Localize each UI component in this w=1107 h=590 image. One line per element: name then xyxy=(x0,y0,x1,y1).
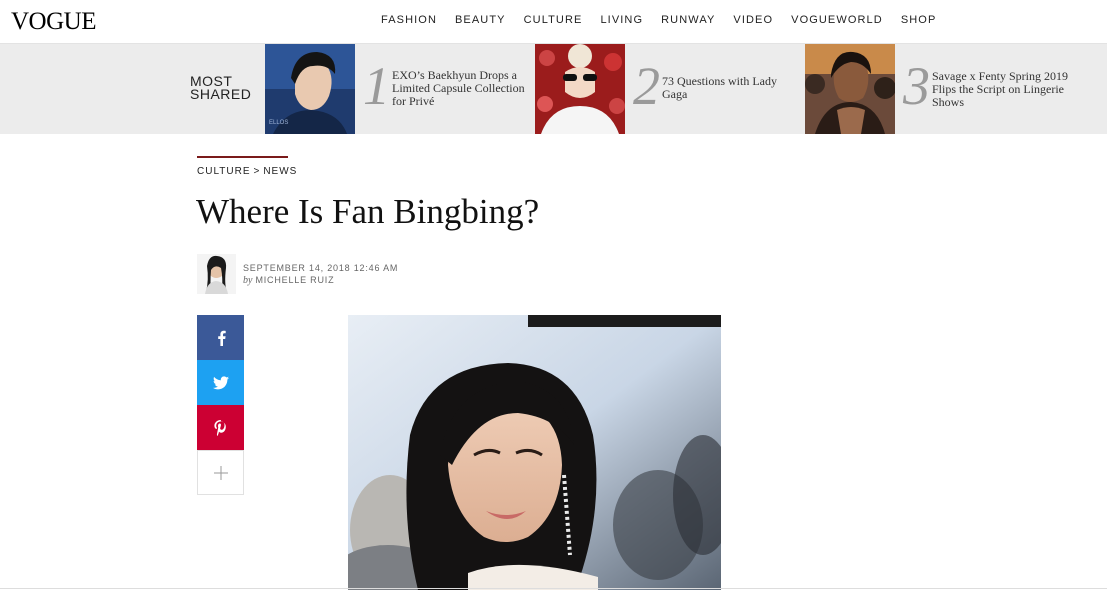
nav-video[interactable]: VIDEO xyxy=(733,14,773,27)
most-shared-thumb-3[interactable] xyxy=(805,44,895,134)
most-shared-number-2: 2 xyxy=(633,56,660,116)
most-shared-number-3: 3 xyxy=(903,56,930,116)
facebook-icon xyxy=(217,330,226,346)
nav-runway[interactable]: RUNWAY xyxy=(661,14,715,27)
most-shared-title-2[interactable]: 73 Questions with Lady Gaga xyxy=(662,75,802,101)
share-more-button[interactable] xyxy=(197,450,244,495)
publish-date: SEPTEMBER 14, 2018 12:46 AM xyxy=(243,263,399,273)
breadcrumb: CULTURE > NEWS xyxy=(197,166,297,177)
nav-culture[interactable]: CULTURE xyxy=(524,14,583,27)
top-nav: VOGUE FASHION BEAUTY CULTURE LIVING RUNW… xyxy=(0,0,1107,44)
pinterest-icon xyxy=(214,419,226,436)
main-nav: FASHION BEAUTY CULTURE LIVING RUNWAY VID… xyxy=(381,14,954,27)
plus-icon xyxy=(213,465,228,480)
nav-beauty[interactable]: BEAUTY xyxy=(455,14,506,27)
nav-living[interactable]: LIVING xyxy=(600,14,643,27)
by-label: by xyxy=(243,275,253,286)
breadcrumb-separator: > xyxy=(253,166,261,177)
breadcrumb-news[interactable]: NEWS xyxy=(263,166,297,177)
twitter-icon xyxy=(212,375,229,389)
author-name[interactable]: MICHELLE RUIZ xyxy=(255,275,334,285)
svg-text:ELLOS: ELLOS xyxy=(269,120,288,126)
most-shared-strip: MOST SHARED ELLOS 1 EXO’s Baekhyun Drops… xyxy=(0,44,1107,134)
breadcrumb-culture[interactable]: CULTURE xyxy=(197,166,250,177)
section-rule xyxy=(197,156,288,158)
most-shared-number-1: 1 xyxy=(363,56,390,116)
page-bottom-divider xyxy=(0,588,1107,589)
share-pinterest-button[interactable] xyxy=(197,405,244,450)
share-rail xyxy=(197,315,244,495)
most-shared-title-1[interactable]: EXO’s Baekhyun Drops a Limited Capsule C… xyxy=(392,69,532,108)
author-avatar[interactable] xyxy=(197,254,236,294)
most-shared-thumb-1[interactable]: ELLOS xyxy=(265,44,355,134)
article-headline: Where Is Fan Bingbing? xyxy=(196,192,540,231)
most-shared-thumb-2[interactable] xyxy=(535,44,625,134)
nav-fashion[interactable]: FASHION xyxy=(381,14,437,27)
nav-shop[interactable]: SHOP xyxy=(901,14,937,27)
share-twitter-button[interactable] xyxy=(197,360,244,405)
article-hero-image xyxy=(348,315,721,590)
nav-vogueworld[interactable]: VOGUEWORLD xyxy=(791,14,883,27)
vogue-logo[interactable]: VOGUE xyxy=(11,9,97,35)
share-facebook-button[interactable] xyxy=(197,315,244,360)
author-line: by MICHELLE RUIZ xyxy=(243,275,334,286)
most-shared-heading: MOST SHARED xyxy=(190,73,252,102)
most-shared-title-3[interactable]: Savage x Fenty Spring 2019 Flips the Scr… xyxy=(932,70,1072,109)
